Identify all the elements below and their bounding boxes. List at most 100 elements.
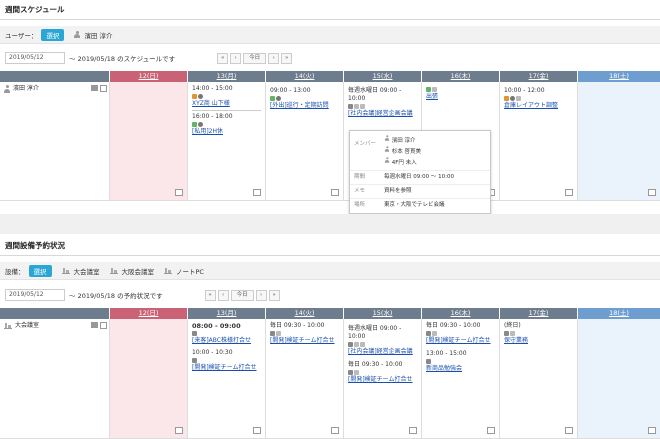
today-button[interactable]: 今日 bbox=[243, 52, 267, 64]
event-time: 毎週水曜日 09:00 - 10:00 bbox=[348, 87, 402, 102]
event-link[interactable]: XYZ商 山下様 bbox=[192, 100, 261, 108]
add-reservation-icon[interactable] bbox=[253, 427, 261, 434]
facility-cell-tue[interactable]: 毎日 09:30 - 10:00 [開発]検証チーム打合せ bbox=[266, 319, 344, 439]
event-link[interactable]: 倉庫レイアウト調整 bbox=[504, 102, 573, 110]
reservation-link[interactable]: 新商品勉強会 bbox=[426, 365, 495, 373]
calendar-icon[interactable] bbox=[91, 85, 98, 91]
person-icon bbox=[4, 85, 10, 93]
prev-week-button[interactable]: « bbox=[204, 289, 216, 301]
schedule-day-fri[interactable]: 17(金) bbox=[500, 71, 578, 82]
add-event-icon[interactable] bbox=[331, 189, 339, 196]
reservation-link[interactable]: 保守業務 bbox=[504, 337, 573, 345]
facility-date-bar: 2019/05/12 ～ 2019/05/18 の予約状況です « ‹ 今日 ›… bbox=[0, 286, 660, 304]
facility-day-thu[interactable]: 16(木) bbox=[422, 308, 500, 319]
reservation-link[interactable]: [開発]検証チーム打合せ bbox=[348, 376, 417, 384]
next-week-button[interactable]: » bbox=[281, 52, 293, 64]
person-icon bbox=[384, 146, 390, 152]
event-link[interactable]: [社内会議]経営企画会議 bbox=[348, 110, 417, 118]
schedule-day-tue[interactable]: 14(火) bbox=[266, 71, 344, 82]
user-select-button[interactable]: 選択 bbox=[41, 28, 65, 41]
meeting-icon bbox=[348, 342, 353, 347]
schedule-day-sun[interactable]: 12(日) bbox=[110, 71, 188, 82]
next-day-button[interactable]: › bbox=[255, 289, 267, 301]
add-reservation-icon[interactable] bbox=[565, 427, 573, 434]
reservation-link[interactable]: [開発]検証チーム打合せ bbox=[270, 337, 339, 345]
facility-date-input[interactable]: 2019/05/12 bbox=[5, 289, 65, 301]
tooltip-place-label: 場所 bbox=[354, 202, 366, 208]
facility-day-fri[interactable]: 17(金) bbox=[500, 308, 578, 319]
schedule-cell-tue[interactable]: 09:00 - 13:00 [外出]巡行・定期訪問 bbox=[266, 82, 344, 201]
event-link[interactable]: [外出]巡行・定期訪問 bbox=[270, 102, 339, 110]
add-event-icon[interactable] bbox=[253, 189, 261, 196]
reservation-time: 13:00 - 15:00 bbox=[426, 350, 467, 357]
reservation-link[interactable]: [開発]検証チーム打合せ bbox=[192, 364, 261, 372]
schedule-date-bar: 2019/05/12 ～ 2019/05/18 のスケジュールです « ‹ 今日… bbox=[0, 49, 660, 67]
schedule-day-wed[interactable]: 15(水) bbox=[344, 71, 422, 82]
schedule-date-range-text: ～ 2019/05/18 のスケジュールです bbox=[69, 55, 176, 63]
clock-icon bbox=[198, 94, 203, 99]
schedule-cell-sat[interactable] bbox=[578, 82, 660, 201]
reservation-link[interactable]: [開発]検証チーム打合せ bbox=[426, 337, 495, 345]
next-day-button[interactable]: › bbox=[268, 52, 280, 64]
calendar-icon[interactable] bbox=[91, 322, 98, 328]
next-week-button[interactable]: » bbox=[268, 289, 280, 301]
facility-select-button[interactable]: 選択 bbox=[28, 264, 52, 277]
clock-icon bbox=[198, 122, 203, 127]
schedule-day-sat[interactable]: 18(土) bbox=[578, 71, 660, 82]
facility-day-wed[interactable]: 15(水) bbox=[344, 308, 422, 319]
facility-cell-sat[interactable] bbox=[578, 319, 660, 439]
row-facility-name: 大会議室 bbox=[15, 322, 40, 329]
facility-name-cell: 大会議室 bbox=[0, 319, 110, 439]
schedule-cell-fri[interactable]: 10:00 - 12:00 倉庫レイアウト調整 bbox=[500, 82, 578, 201]
schedule-cell-mon[interactable]: 14:00 - 15:00 XYZ商 山下様 16:00 - 18:00 [私用… bbox=[188, 82, 266, 201]
prev-day-button[interactable]: ‹ bbox=[217, 289, 229, 301]
prev-week-button[interactable]: « bbox=[217, 52, 229, 64]
event-link[interactable]: [私用]2H休 bbox=[192, 128, 261, 136]
add-event-icon[interactable] bbox=[648, 189, 656, 196]
attachment-icon bbox=[516, 96, 521, 101]
edit-icon[interactable] bbox=[100, 85, 107, 92]
meeting-icon bbox=[504, 331, 509, 336]
facility-day-sat[interactable]: 18(土) bbox=[578, 308, 660, 319]
add-reservation-icon[interactable] bbox=[648, 427, 656, 434]
facility-cell-sun[interactable] bbox=[110, 319, 188, 439]
facility-cell-fri[interactable]: (終日) 保守業務 bbox=[500, 319, 578, 439]
schedule-header-row: 12(日) 13(月) 14(火) 15(水) 16(木) 17(金) 18(土… bbox=[0, 71, 660, 82]
facility-cell-mon[interactable]: 08:00 - 09:00 [来客]ABC株様打合せ 10:00 - 10:30… bbox=[188, 319, 266, 439]
schedule-cell-sun[interactable] bbox=[110, 82, 188, 201]
reservation-link[interactable]: [社内会議]経営企画会議 bbox=[348, 348, 417, 356]
schedule-date-input[interactable]: 2019/05/12 bbox=[5, 52, 65, 64]
add-reservation-icon[interactable] bbox=[331, 427, 339, 434]
event-link[interactable]: 出張 bbox=[426, 93, 495, 101]
clock-icon bbox=[510, 96, 515, 101]
facility-day-tue[interactable]: 14(火) bbox=[266, 308, 344, 319]
work-icon bbox=[504, 96, 509, 101]
repeat-icon bbox=[354, 104, 359, 109]
reservation-link[interactable]: [来客]ABC株様打合せ bbox=[192, 337, 261, 345]
reservation-time: 毎日 09:30 - 10:00 bbox=[270, 322, 325, 329]
add-event-icon[interactable] bbox=[175, 189, 183, 196]
event-detail-tooltip: メンバー 濱田 淳介 杉本 啓貫美 4F円 未入 期間 毎週水曜日 09:00 … bbox=[349, 130, 491, 214]
today-button[interactable]: 今日 bbox=[230, 289, 254, 301]
add-reservation-icon[interactable] bbox=[409, 427, 417, 434]
weekly-facility-panel: 週間設備予約状況 設備： 選択 大会議室 大阪会議室 ノートPC 2019/05… bbox=[0, 236, 660, 304]
schedule-day-thu[interactable]: 16(木) bbox=[422, 71, 500, 82]
weekly-facility-title: 週間設備予約状況 bbox=[0, 236, 660, 256]
schedule-user-cell: 濱田 淳介 bbox=[0, 82, 110, 201]
edit-icon[interactable] bbox=[100, 322, 107, 329]
prev-day-button[interactable]: ‹ bbox=[230, 52, 242, 64]
weekly-schedule-panel: 週間スケジュール ユーザー： 選択 濱田 淳介 2019/05/12 ～ 201… bbox=[0, 0, 660, 67]
add-event-icon[interactable] bbox=[565, 189, 573, 196]
schedule-header-blank bbox=[0, 71, 110, 82]
schedule-day-mon[interactable]: 13(月) bbox=[188, 71, 266, 82]
facility-day-sun[interactable]: 12(日) bbox=[110, 308, 188, 319]
add-reservation-icon[interactable] bbox=[487, 427, 495, 434]
meeting-icon bbox=[192, 358, 197, 363]
tooltip-period-label: 期間 bbox=[354, 174, 366, 180]
facility-day-mon[interactable]: 13(月) bbox=[188, 308, 266, 319]
facility-item-2: 大阪会議室 bbox=[121, 267, 155, 276]
add-reservation-icon[interactable] bbox=[175, 427, 183, 434]
facility-cell-wed[interactable]: 毎週水曜日 09:00 - 10:00 [社内会議]経営企画会議 毎日 09:3… bbox=[344, 319, 422, 439]
event-time: 10:00 - 12:00 bbox=[504, 87, 545, 94]
facility-cell-thu[interactable]: 毎日 09:30 - 10:00 [開発]検証チーム打合せ 13:00 - 15… bbox=[422, 319, 500, 439]
